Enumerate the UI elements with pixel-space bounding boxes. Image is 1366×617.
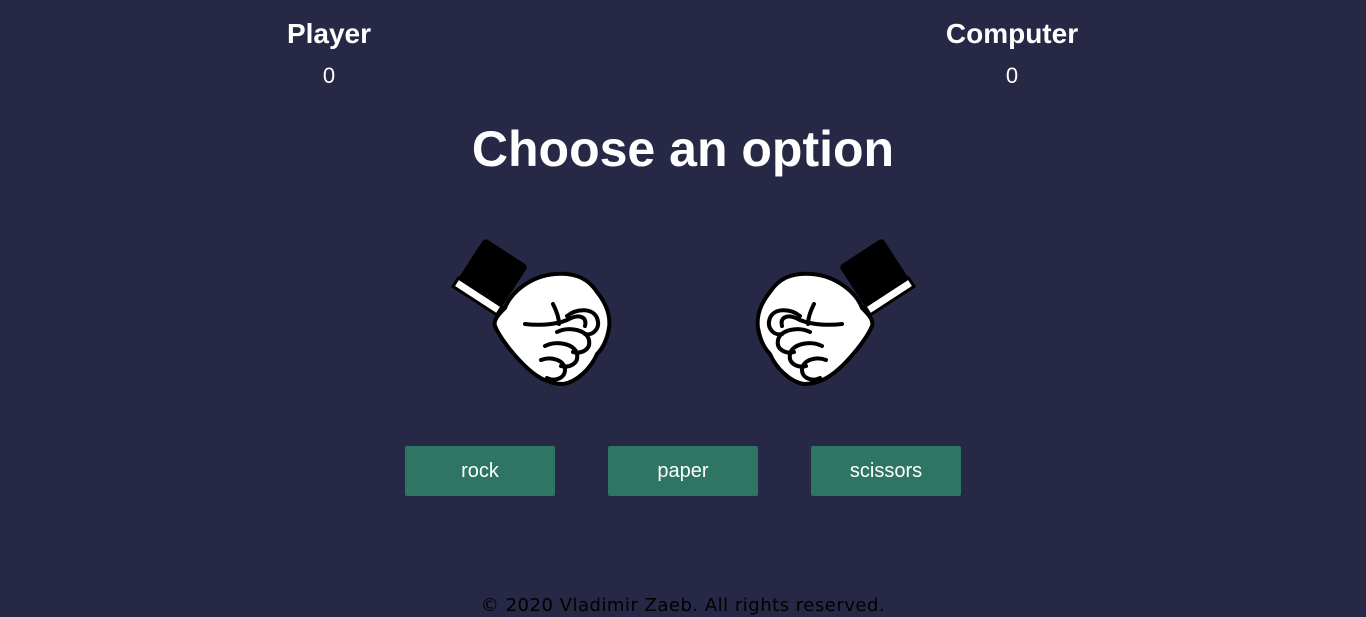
options-bar: rock paper scissors [0,446,1366,496]
computer-score: 0 [1005,63,1019,88]
computer-fist-icon [750,236,920,386]
rock-button[interactable]: rock [405,446,555,496]
page-title: Choose an option [471,121,895,177]
scissors-button[interactable]: scissors [811,446,961,496]
player-label: Player [286,18,372,49]
hands-area [0,236,1366,386]
copyright-footer: © 2020 Vladimir Zaeb. All rights reserve… [480,595,886,616]
player-score-panel: Player 0 [229,16,429,91]
computer-score-panel: Computer 0 [912,16,1112,91]
player-score: 0 [322,63,336,88]
computer-label: Computer [945,18,1079,49]
paper-button[interactable]: paper [608,446,758,496]
player-fist-icon [447,236,617,386]
game-app: Player 0 Computer 0 Choose an option roc… [0,0,1366,617]
